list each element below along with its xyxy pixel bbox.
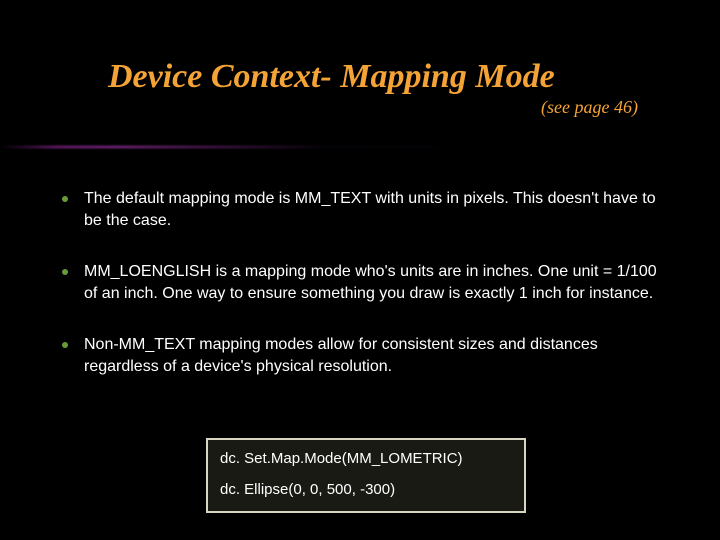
divider-gradient: [0, 140, 720, 156]
bullet-text: Non-MM_TEXT mapping modes allow for cons…: [84, 334, 660, 377]
code-box: dc. Set.Map.Mode(MM_LOMETRIC) dc. Ellips…: [206, 438, 526, 513]
code-line: dc. Set.Map.Mode(MM_LOMETRIC): [220, 448, 512, 471]
slide-title: Device Context- Mapping Mode: [0, 0, 720, 95]
content-area: The default mapping mode is MM_TEXT with…: [62, 188, 660, 408]
bullet-item: The default mapping mode is MM_TEXT with…: [62, 188, 660, 231]
slide-subtitle: (see page 46): [0, 95, 720, 118]
bullet-item: MM_LOENGLISH is a mapping mode who's uni…: [62, 261, 660, 304]
code-line: dc. Ellipse(0, 0, 500, -300): [220, 479, 512, 502]
slide: Device Context- Mapping Mode (see page 4…: [0, 0, 720, 540]
bullet-text: The default mapping mode is MM_TEXT with…: [84, 188, 660, 231]
bullet-item: Non-MM_TEXT mapping modes allow for cons…: [62, 334, 660, 377]
bullet-text: MM_LOENGLISH is a mapping mode who's uni…: [84, 261, 660, 304]
bullet-dot-icon: [62, 269, 68, 275]
bullet-dot-icon: [62, 196, 68, 202]
bullet-dot-icon: [62, 342, 68, 348]
